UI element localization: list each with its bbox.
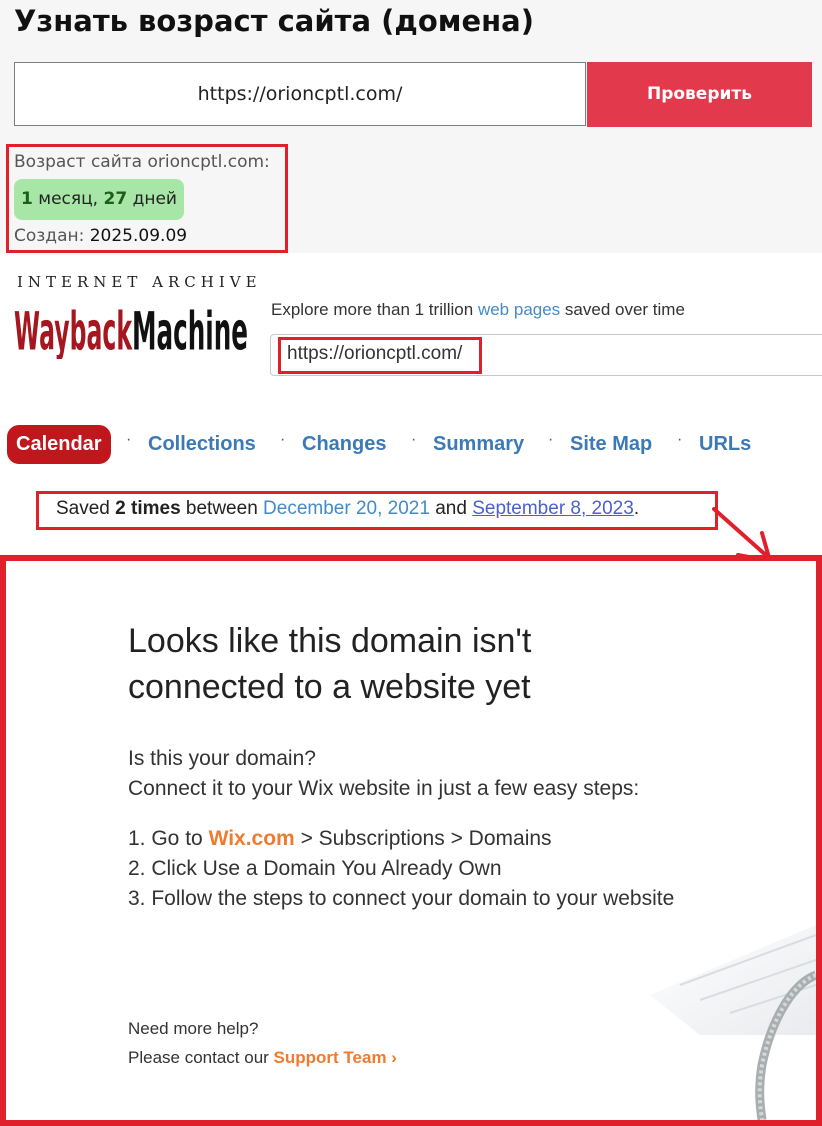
svg-text:Machine: Machine — [132, 302, 248, 359]
step-1: 1. Go to Wix.com > Subscriptions > Domai… — [128, 824, 674, 854]
snapshot-heading: Looks like this domain isn't connected t… — [128, 618, 531, 710]
wayback-machine-logo[interactable]: Wayback Machine — [14, 293, 250, 359]
age-label: Возраст сайта orioncptl.com: — [14, 152, 270, 172]
url-input-value: https://orioncptl.com/ — [197, 83, 403, 105]
step-3: 3. Follow the steps to connect your doma… — [128, 887, 675, 910]
saved-prefix: Saved — [56, 498, 110, 519]
tab-site-map[interactable]: Site Map — [570, 433, 652, 456]
saved-and: and — [435, 498, 467, 519]
heading-line-2: connected to a website yet — [128, 668, 531, 706]
age-days-unit: дней — [132, 189, 177, 209]
page-title: Узнать возраст сайта (домена) — [14, 4, 534, 38]
tab-urls[interactable]: URLs — [699, 433, 751, 456]
svg-text:Wayback: Wayback — [14, 302, 133, 359]
age-days: 27 — [103, 189, 128, 209]
first-capture-link[interactable]: December 20, 2021 — [263, 498, 430, 519]
age-months-unit: месяц, — [38, 189, 99, 209]
wayback-search-value: https://orioncptl.com/ — [287, 343, 463, 364]
saved-summary: Saved 2 times between December 20, 2021 … — [56, 498, 639, 520]
internet-archive-label: INTERNET ARCHIVE — [17, 273, 262, 291]
age-badge: 1 месяц, 27 дней — [14, 179, 184, 220]
check-button[interactable]: Проверить — [587, 62, 812, 127]
explore-text: Explore more than 1 trillion web pages s… — [271, 300, 685, 320]
heading-line-1: Looks like this domain isn't — [128, 622, 532, 660]
tab-changes[interactable]: Changes — [302, 433, 386, 456]
domain-question: Is this your domain? Connect it to your … — [128, 744, 639, 804]
separator-dot: · — [677, 431, 683, 448]
steps-list: 1. Go to Wix.com > Subscriptions > Domai… — [128, 824, 674, 914]
support-team-link[interactable]: Support Team › — [274, 1048, 397, 1067]
saved-between: between — [185, 498, 258, 519]
separator-dot: · — [548, 431, 554, 448]
explore-prefix: Explore more than 1 trillion — [271, 300, 474, 319]
explore-suffix: saved over time — [564, 300, 685, 319]
help-question: Need more help? — [128, 1019, 259, 1038]
tab-calendar[interactable]: Calendar — [7, 425, 111, 464]
created-label: Создан: — [14, 226, 85, 246]
saved-count: 2 times — [115, 498, 181, 519]
help-prefix: Please contact our — [128, 1048, 269, 1067]
web-pages-link[interactable]: web pages — [478, 300, 560, 319]
step-1-suffix: > Subscriptions > Domains — [300, 827, 552, 850]
tab-summary[interactable]: Summary — [433, 433, 524, 456]
step-2: 2. Click Use a Domain You Already Own — [128, 857, 502, 880]
age-months: 1 — [21, 189, 33, 209]
separator-dot: · — [411, 431, 417, 448]
help-section: Need more help? Please contact our Suppo… — [128, 1014, 397, 1072]
wix-link[interactable]: Wix.com — [209, 827, 295, 850]
separator-dot: · — [126, 431, 132, 448]
step-1-prefix: 1. Go to — [128, 827, 203, 850]
connect-text: Connect it to your Wix website in just a… — [128, 777, 640, 800]
last-capture-link[interactable]: September 8, 2023 — [472, 498, 634, 519]
saved-end: . — [633, 498, 640, 519]
question-text: Is this your domain? — [128, 747, 316, 770]
created-value: 2025.09.09 — [89, 226, 188, 246]
created-date: Создан: 2025.09.09 — [14, 226, 187, 246]
tab-collections[interactable]: Collections — [148, 433, 256, 456]
url-input[interactable]: https://orioncptl.com/ — [14, 62, 586, 126]
help-line: Please contact our Support Team › — [128, 1043, 397, 1072]
keyboard-cable-image — [650, 925, 816, 1120]
separator-dot: · — [280, 431, 286, 448]
